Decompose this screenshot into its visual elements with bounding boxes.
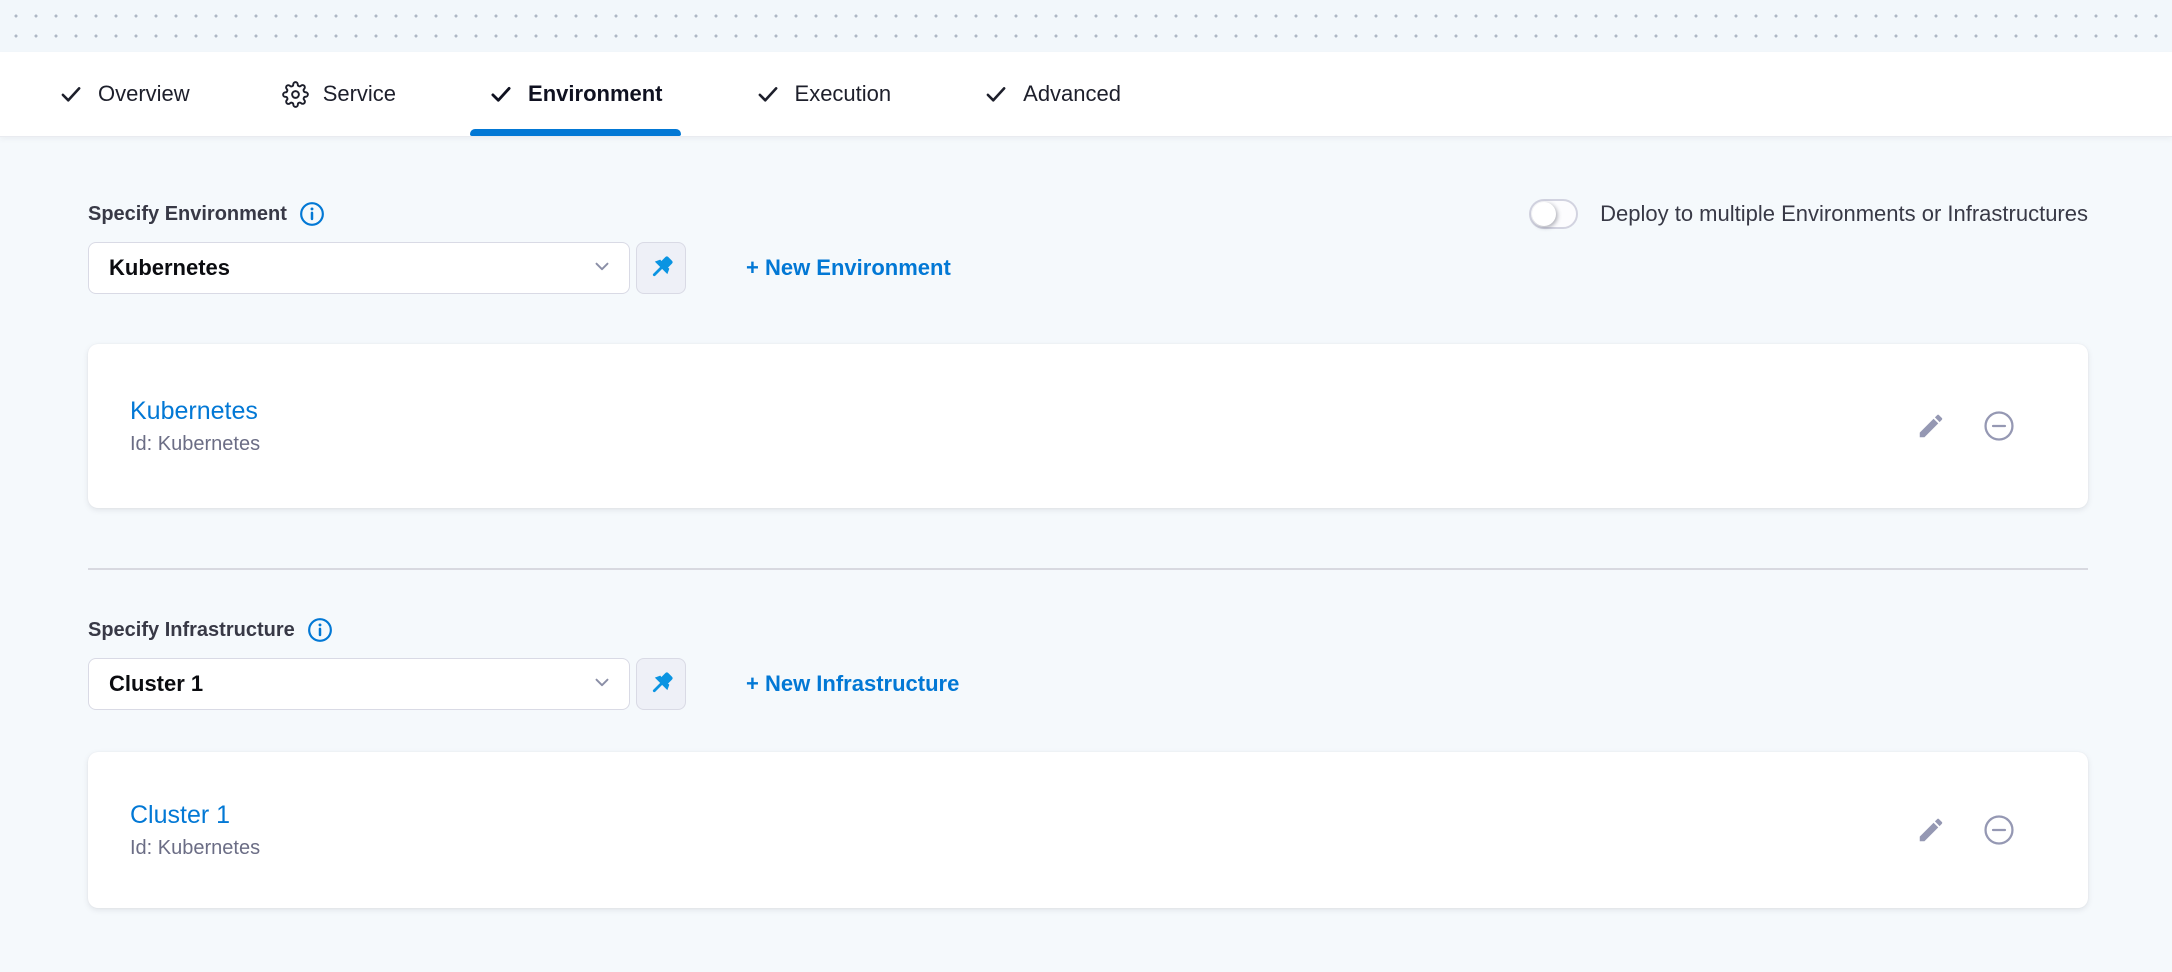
edit-button[interactable] (1916, 411, 1946, 441)
infrastructure-card-id: Id: Kubernetes (130, 837, 260, 860)
infrastructure-card: Cluster 1 Id: Kubernetes (88, 752, 2088, 908)
tab-overview[interactable]: Overview (40, 52, 208, 136)
specify-infrastructure-label: Specify Infrastructure (88, 619, 295, 642)
pin-button[interactable] (636, 658, 686, 710)
info-icon[interactable] (299, 201, 325, 227)
tab-service[interactable]: Service (264, 52, 414, 136)
infrastructure-select-value: Cluster 1 (109, 671, 203, 697)
toggle-knob (1532, 202, 1556, 226)
check-icon (755, 81, 781, 107)
new-infrastructure-link[interactable]: + New Infrastructure (746, 671, 959, 697)
tab-label: Environment (528, 81, 662, 107)
dotted-header-strip (0, 0, 2172, 52)
environment-card-id: Id: Kubernetes (130, 433, 260, 456)
environment-select-value: Kubernetes (109, 255, 230, 281)
remove-button[interactable] (1982, 813, 2016, 847)
chevron-down-icon (591, 671, 613, 698)
edit-button[interactable] (1916, 815, 1946, 845)
environment-card-title-link[interactable]: Kubernetes (130, 397, 258, 426)
environment-tab-panel: Specify Environment Deploy to multiple E… (0, 136, 2172, 972)
tab-advanced[interactable]: Advanced (965, 52, 1139, 136)
stage-tabbar: Overview Service Environment Execution A… (0, 52, 2172, 136)
multi-env-toggle-label: Deploy to multiple Environments or Infra… (1600, 201, 2088, 227)
infrastructure-section: Specify Infrastructure Cluster 1 + New I… (88, 616, 2088, 908)
infrastructure-card-title-link[interactable]: Cluster 1 (130, 801, 230, 830)
tab-environment[interactable]: Environment (470, 52, 680, 136)
environment-select[interactable]: Kubernetes (88, 242, 630, 294)
check-icon (983, 81, 1009, 107)
stage-settings-page: Overview Service Environment Execution A… (0, 0, 2172, 972)
new-environment-link[interactable]: + New Environment (746, 255, 951, 281)
pin-button[interactable] (636, 242, 686, 294)
chevron-down-icon (591, 255, 613, 282)
specify-environment-label: Specify Environment (88, 203, 287, 226)
environment-card: Kubernetes Id: Kubernetes (88, 344, 2088, 508)
tab-label: Overview (98, 81, 190, 107)
check-icon (488, 81, 514, 107)
tab-execution[interactable]: Execution (737, 52, 910, 136)
multi-env-toggle-row: Deploy to multiple Environments or Infra… (1529, 199, 2088, 229)
environment-section: Specify Environment Deploy to multiple E… (88, 200, 2088, 508)
info-icon[interactable] (307, 617, 333, 643)
tab-label: Service (323, 81, 396, 107)
remove-button[interactable] (1982, 409, 2016, 443)
section-divider (88, 568, 2088, 570)
gear-icon (282, 81, 309, 108)
infrastructure-select[interactable]: Cluster 1 (88, 658, 630, 710)
check-icon (58, 81, 84, 107)
multi-env-toggle[interactable] (1529, 199, 1578, 229)
tab-label: Advanced (1023, 81, 1121, 107)
tab-label: Execution (795, 81, 892, 107)
